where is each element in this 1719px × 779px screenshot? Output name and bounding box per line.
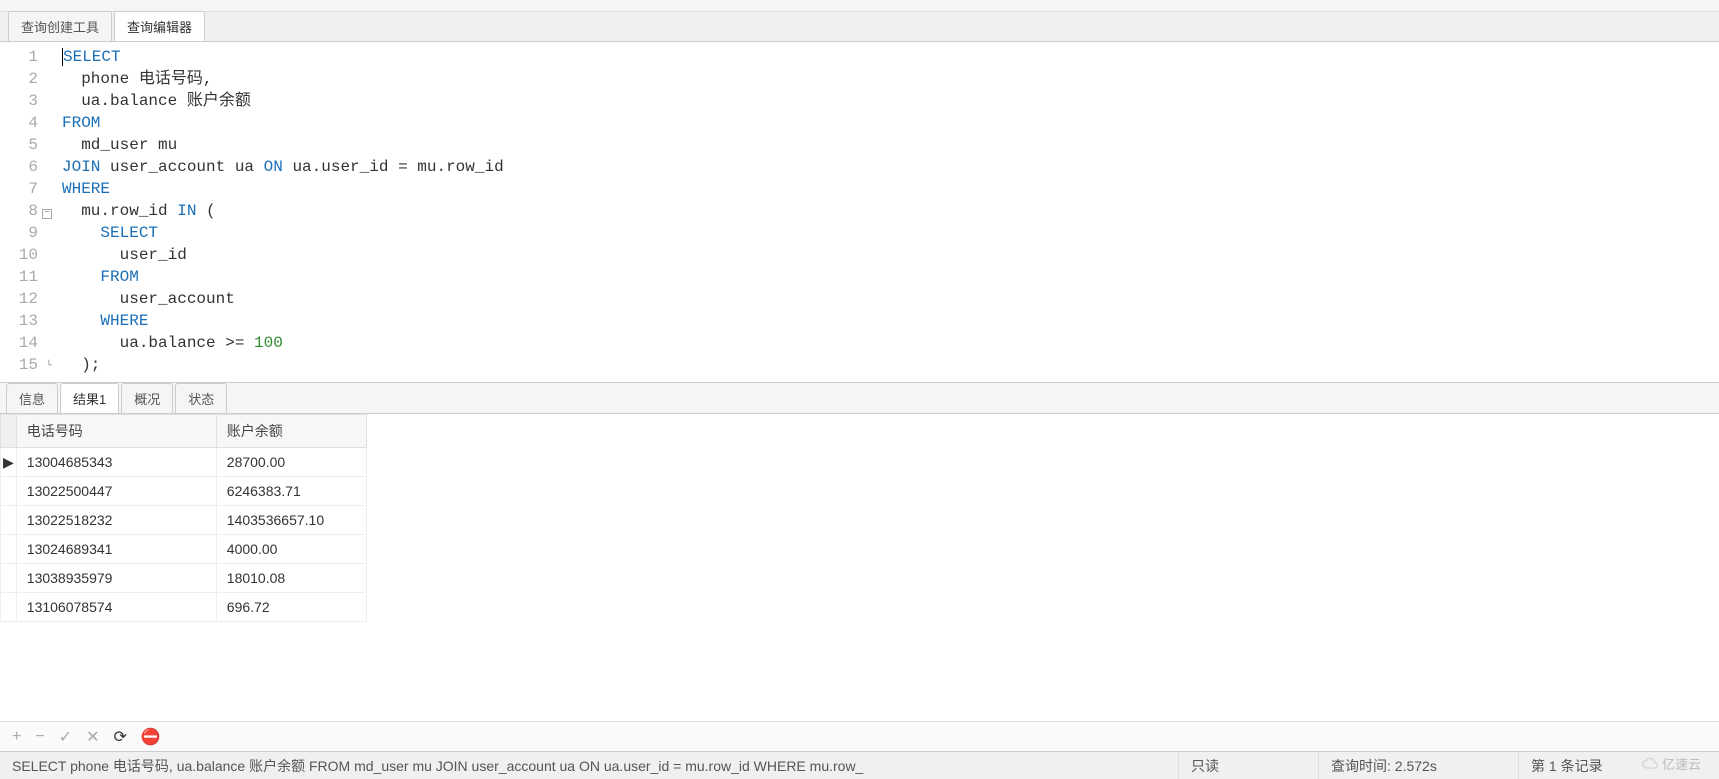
code-line[interactable]: WHERE [62, 178, 1719, 200]
line-number: 8 [0, 200, 38, 222]
cell[interactable]: 28700.00 [216, 448, 366, 477]
cell[interactable]: 13024689341 [16, 535, 216, 564]
cell[interactable]: 13022518232 [16, 506, 216, 535]
code-line[interactable]: user_account [62, 288, 1719, 310]
code-line[interactable]: mu.row_id IN ( [62, 200, 1719, 222]
tab-info[interactable]: 信息 [6, 383, 58, 413]
code-line[interactable]: JOIN user_account ua ON ua.user_id = mu.… [62, 156, 1719, 178]
main-toolbar [0, 0, 1719, 12]
table-row[interactable]: ▶1300468534328700.00 [1, 448, 367, 477]
line-gutter: 12345678−9101112131415└ [0, 46, 46, 382]
line-number: 11 [0, 266, 38, 288]
row-indicator-icon: ▶ [1, 448, 17, 477]
cell[interactable]: 6246383.71 [216, 477, 366, 506]
table-row[interactable]: 130246893414000.00 [1, 535, 367, 564]
query-tabs: 查询创建工具 查询编辑器 [0, 12, 1719, 42]
tab-result1[interactable]: 结果1 [60, 383, 119, 413]
sql-editor[interactable]: 12345678−9101112131415└ SELECT phone 电话号… [0, 42, 1719, 382]
line-number: 13 [0, 310, 38, 332]
cell[interactable]: 13038935979 [16, 564, 216, 593]
remove-row-icon: − [35, 728, 44, 746]
tab-status[interactable]: 状态 [175, 383, 227, 413]
code-line[interactable]: ); [62, 354, 1719, 376]
watermark: 亿速云 [1642, 754, 1701, 773]
code-area[interactable]: SELECT phone 电话号码, ua.balance 账户余额FROM m… [46, 46, 1719, 382]
add-row-icon: + [12, 728, 21, 746]
result-tabs: 信息 结果1 概况 状态 [0, 382, 1719, 414]
result-table[interactable]: 电话号码账户余额 ▶1300468534328700.0013022500447… [0, 414, 367, 622]
column-header[interactable]: 账户余额 [216, 415, 366, 448]
code-line[interactable]: md_user mu [62, 134, 1719, 156]
status-time: 查询时间: 2.572s [1319, 752, 1519, 779]
cell[interactable]: 18010.08 [216, 564, 366, 593]
table-row[interactable]: 130225182321403536657.10 [1, 506, 367, 535]
status-bar: SELECT phone 电话号码, ua.balance 账户余额 FROM … [0, 751, 1719, 779]
tab-profile[interactable]: 概况 [121, 383, 173, 413]
cell[interactable]: 13004685343 [16, 448, 216, 477]
line-number: 12 [0, 288, 38, 310]
line-number: 2 [0, 68, 38, 90]
tab-query-editor[interactable]: 查询编辑器 [114, 11, 205, 41]
tab-query-builder[interactable]: 查询创建工具 [8, 11, 112, 41]
code-line[interactable]: user_id [62, 244, 1719, 266]
line-number: 14 [0, 332, 38, 354]
cell[interactable]: 696.72 [216, 593, 366, 622]
line-number: 5 [0, 134, 38, 156]
line-number: 9 [0, 222, 38, 244]
stop-icon[interactable]: ⛔ [141, 727, 161, 747]
code-line[interactable]: phone 电话号码, [62, 68, 1719, 90]
row-indicator-icon [1, 593, 17, 622]
table-row[interactable]: 130225004476246383.71 [1, 477, 367, 506]
table-row[interactable]: 13106078574696.72 [1, 593, 367, 622]
line-number: 1 [0, 46, 38, 68]
fold-icon[interactable]: └ [46, 363, 52, 371]
refresh-icon[interactable]: ⟳ [114, 727, 127, 747]
cell[interactable]: 4000.00 [216, 535, 366, 564]
code-line[interactable]: ua.balance 账户余额 [62, 90, 1719, 112]
cell[interactable]: 13106078574 [16, 593, 216, 622]
row-indicator-icon [1, 564, 17, 593]
line-number: 15 [0, 354, 38, 376]
cancel-icon: ✕ [86, 727, 99, 747]
column-header[interactable]: 电话号码 [16, 415, 216, 448]
row-indicator-icon [1, 535, 17, 564]
row-indicator-icon [1, 506, 17, 535]
line-number: 3 [0, 90, 38, 112]
status-query: SELECT phone 电话号码, ua.balance 账户余额 FROM … [0, 752, 1179, 779]
code-line[interactable]: SELECT [62, 46, 1719, 68]
line-number: 4 [0, 112, 38, 134]
code-line[interactable]: ua.balance >= 100 [62, 332, 1719, 354]
cell[interactable]: 1403536657.10 [216, 506, 366, 535]
apply-icon: ✓ [59, 727, 72, 747]
line-number: 10 [0, 244, 38, 266]
line-number: 6 [0, 156, 38, 178]
status-readonly: 只读 [1179, 752, 1319, 779]
line-number: 7 [0, 178, 38, 200]
fold-icon[interactable]: − [42, 209, 52, 219]
cell[interactable]: 13022500447 [16, 477, 216, 506]
record-nav-bar: + − ✓ ✕ ⟳ ⛔ [0, 721, 1719, 751]
table-row[interactable]: 1303893597918010.08 [1, 564, 367, 593]
result-grid-area: 电话号码账户余额 ▶1300468534328700.0013022500447… [0, 414, 1719, 721]
code-line[interactable]: WHERE [62, 310, 1719, 332]
row-indicator-icon [1, 477, 17, 506]
code-line[interactable]: SELECT [62, 222, 1719, 244]
code-line[interactable]: FROM [62, 266, 1719, 288]
code-line[interactable]: FROM [62, 112, 1719, 134]
